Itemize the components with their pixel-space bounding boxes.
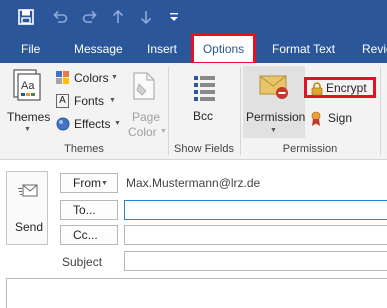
redo-icon[interactable] [80,7,100,27]
sign-label: Sign [328,111,353,125]
colors-icon [56,71,70,85]
tab-format-text[interactable]: Format Text [272,35,335,63]
themes-icon: Aa [13,69,41,101]
tab-insert[interactable]: Insert [147,35,177,63]
tab-message[interactable]: Message [74,35,123,63]
from-dropdown-icon: ▼ [101,180,108,187]
sign-icon [310,111,322,127]
customize-icon[interactable] [166,7,182,27]
colors-button[interactable]: Colors ▼ [54,70,118,88]
title-bar [0,0,387,35]
fonts-button[interactable]: A Fonts ▼ [54,93,118,111]
permission-icon [258,72,290,100]
cc-button[interactable]: Cc... [60,225,118,245]
subject-field[interactable] [124,251,387,271]
colors-label: Colors [74,71,109,85]
colors-dropdown-icon: ▼ [111,74,118,81]
permission-button[interactable]: Permission ▼ [243,66,305,138]
subject-label: Subject [62,255,103,269]
send-label: Send [15,220,44,234]
down-arrow-icon[interactable] [136,7,156,27]
send-icon [18,183,38,199]
from-button[interactable]: From ▼ [60,173,118,193]
page-color-label-line1: Page [132,110,161,124]
page-color-button[interactable]: Page Color ▼ [124,66,167,139]
group-separator [240,67,241,155]
undo-icon[interactable] [50,7,70,27]
themes-label: Themes [7,110,51,124]
from-address: Max.Mustermann@lrz.de [126,176,261,190]
show-fields-group-label: Show Fields [174,143,234,155]
effects-dropdown-icon: ▼ [114,120,121,127]
permission-dropdown-icon: ▼ [270,127,277,134]
effects-button[interactable]: Effects ▼ [54,116,121,134]
group-separator [380,67,381,155]
compose-area: Send From ▼ Max.Mustermann@lrz.de To... … [0,160,387,308]
tab-file[interactable]: File [21,35,40,63]
page-color-label-line2: Color [128,125,157,139]
bcc-button[interactable]: Bcc [180,71,228,133]
effects-icon [56,117,70,131]
to-button[interactable]: To... [60,200,118,220]
group-separator [168,67,169,155]
message-body[interactable] [6,278,387,308]
up-arrow-icon[interactable] [108,7,128,27]
svg-text:Aa: Aa [21,80,35,92]
save-icon[interactable] [16,7,36,27]
permission-group-label: Permission [282,143,338,155]
themes-group-label: Themes [64,143,104,155]
fonts-label: Fonts [74,94,105,108]
page-color-dropdown-icon: ▼ [160,128,167,135]
cc-field[interactable] [124,225,387,245]
permission-label: Permission [246,110,306,124]
effects-label: Effects [74,117,111,131]
to-field[interactable] [124,200,387,220]
page-color-icon [133,72,155,100]
themes-dropdown-icon: ▼ [24,126,31,133]
bcc-label: Bcc [193,109,214,123]
sign-button[interactable]: Sign [308,109,358,129]
encrypt-button[interactable]: Encrypt [304,77,376,98]
to-label: To... [73,203,96,217]
fonts-icon: A [56,94,69,108]
fonts-dropdown-icon: ▼ [109,97,116,104]
themes-button[interactable]: Aa Themes ▼ [4,66,50,138]
lock-icon [311,82,323,96]
cc-label: Cc... [73,228,98,242]
ribbon-tab-bar: File Message Insert Options Format Text … [0,33,387,65]
encrypt-label: Encrypt [326,81,367,95]
bcc-icon [194,75,216,101]
send-button[interactable]: Send [6,171,48,245]
tab-options[interactable]: Options [191,33,256,65]
from-label: From [73,176,101,190]
tab-review[interactable]: Revie [362,35,387,63]
ribbon: Aa Themes ▼ Colors ▼ A Fonts ▼ Effects ▼ [0,63,387,160]
